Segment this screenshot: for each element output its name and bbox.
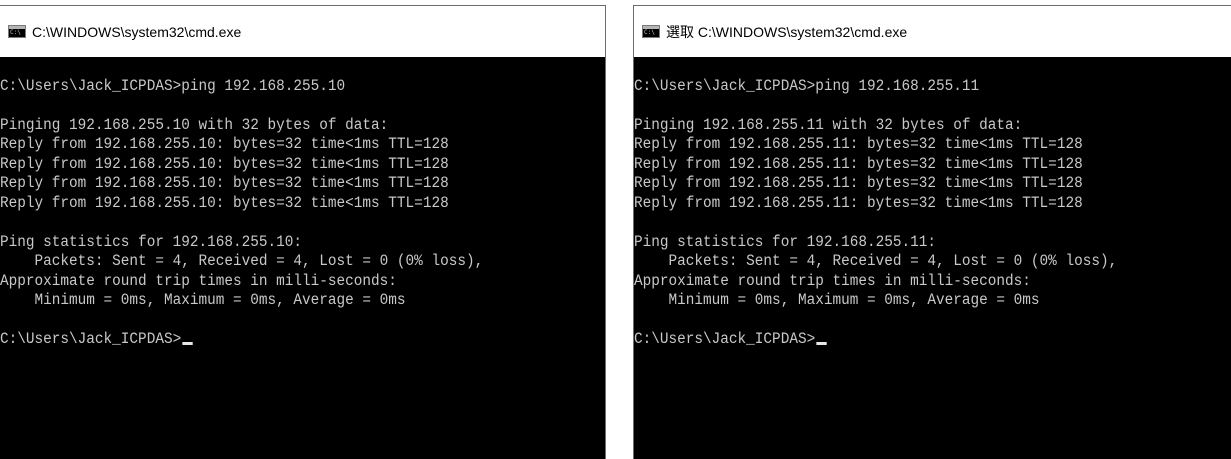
console-output[interactable]: C:\Users\Jack_ICPDAS>ping 192.168.255.10… [0,57,605,350]
console-line: Reply from 192.168.255.11: bytes=32 time… [634,135,1083,153]
console-prompt-line[interactable]: C:\Users\Jack_ICPDAS> [0,330,569,350]
cmd-console-icon[interactable] [642,25,660,38]
console-line: Pinging 192.168.255.11 with 32 bytes of … [634,115,1023,134]
console-prompt: C:\Users\Jack_ICPDAS> [634,330,816,348]
console-line: Reply from 192.168.255.10: bytes=32 time… [0,135,449,153]
console-line: Reply from 192.168.255.11: bytes=32 time… [634,174,1083,192]
window-title: 選取 C:\WINDOWS\system32\cmd.exe [666,23,908,40]
console-line: Reply from 192.168.255.11: bytes=32 time… [634,154,1083,173]
console-prompt: C:\Users\Jack_ICPDAS> [0,330,182,348]
console-output[interactable]: C:\Users\Jack_ICPDAS>ping 192.168.255.11… [634,57,1231,350]
text-cursor [182,342,193,345]
console-line: Minimum = 0ms, Maximum = 0ms, Average = … [634,291,1040,309]
window-title: C:\WINDOWS\system32\cmd.exe [32,23,242,40]
console-prompt-line[interactable]: C:\Users\Jack_ICPDAS> [634,330,1195,350]
window-titlebar[interactable]: 選取 C:\WINDOWS\system32\cmd.exe [634,6,1231,57]
console-line: Reply from 192.168.255.10: bytes=32 time… [0,174,449,192]
window-titlebar[interactable]: C:\WINDOWS\system32\cmd.exe [0,6,605,57]
console-line: C:\Users\Jack_ICPDAS>ping 192.168.255.11 [634,76,980,95]
console-line: Ping statistics for 192.168.255.11: [634,232,937,251]
console-line: Packets: Sent = 4, Received = 4, Lost = … [0,252,484,270]
console-line: Reply from 192.168.255.10: bytes=32 time… [0,193,449,212]
console-line: Pinging 192.168.255.10 with 32 bytes of … [0,115,389,134]
console-line: C:\Users\Jack_ICPDAS>ping 192.168.255.10 [0,76,346,95]
console-line: Reply from 192.168.255.11: bytes=32 time… [634,193,1083,212]
text-cursor [816,342,827,345]
console-line: Minimum = 0ms, Maximum = 0ms, Average = … [0,291,406,309]
console-line: Approximate round trip times in milli-se… [0,271,397,290]
cmd-window-right[interactable]: 選取 C:\WINDOWS\system32\cmd.exe C:\Users\… [633,5,1231,459]
console-line: Approximate round trip times in milli-se… [634,271,1031,290]
console-line: Packets: Sent = 4, Received = 4, Lost = … [634,252,1118,270]
console-line: Ping statistics for 192.168.255.10: [0,232,303,251]
cmd-console-icon[interactable] [8,25,26,38]
cmd-window-left[interactable]: C:\WINDOWS\system32\cmd.exe C:\Users\Jac… [0,5,606,459]
console-line: Reply from 192.168.255.10: bytes=32 time… [0,154,449,173]
